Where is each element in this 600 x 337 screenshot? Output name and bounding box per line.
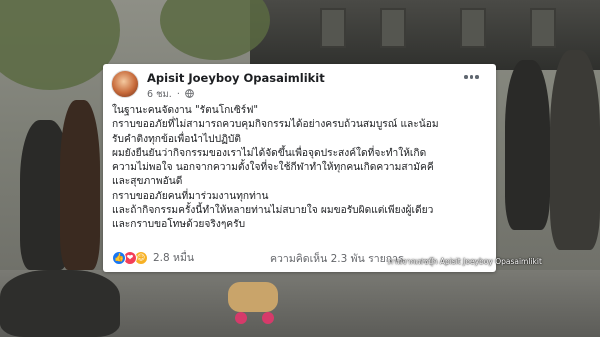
photo-credit: ภาพจากเฟซบุ๊ก Apisit Joeyboy Opasaimliki… bbox=[388, 257, 542, 266]
background-person bbox=[0, 270, 120, 337]
like-icon: 👍 bbox=[112, 250, 126, 265]
post-time[interactable]: 6 ชม. bbox=[147, 89, 172, 100]
background-person bbox=[505, 60, 550, 230]
post-header: Apisit Joeyboy Opasaimlikit 6 ชม. · bbox=[111, 70, 488, 100]
post-line: ในฐานะคนจัดงาน "รัตนโกเซิร์ฟ" bbox=[112, 105, 259, 116]
post-line: และถ้ากิจกรรมครั้งนี้ทำให้หลายท่านไม่สบา… bbox=[112, 205, 434, 217]
building-window bbox=[380, 8, 406, 48]
skateboard-wheel bbox=[235, 312, 247, 324]
background-person bbox=[60, 100, 100, 270]
post-line: กราบขออภัยคนที่มาร่วมงานทุกท่าน bbox=[112, 190, 269, 202]
background-person bbox=[550, 50, 600, 250]
author-avatar[interactable] bbox=[111, 70, 139, 98]
reaction-count: 2.8 หมื่น bbox=[153, 252, 195, 264]
facebook-post-card: Apisit Joeyboy Opasaimlikit 6 ชม. · ในฐา… bbox=[103, 64, 496, 272]
building-window bbox=[530, 8, 556, 48]
skateboard bbox=[228, 282, 278, 312]
post-text: ในฐานะคนจัดงาน "รัตนโกเซิร์ฟ" กราบขออภัย… bbox=[112, 104, 490, 233]
post-line: ผมยังยืนยันว่ากิจกรรมของเราไม่ได้จัดขึ้น… bbox=[112, 147, 427, 159]
reaction-summary[interactable]: 👍 ❤ ☺ 2.8 หมื่น bbox=[112, 249, 194, 266]
building-window bbox=[460, 8, 486, 48]
author-name[interactable]: Apisit Joeyboy Opasaimlikit bbox=[147, 71, 325, 85]
post-meta: 6 ชม. · bbox=[147, 87, 194, 102]
background-building bbox=[250, 0, 600, 70]
globe-icon bbox=[185, 89, 194, 98]
post-line: และกราบขอโทษด้วยจริงๆครับ bbox=[112, 219, 246, 231]
meta-separator: · bbox=[176, 89, 180, 100]
skateboard-wheel bbox=[262, 312, 274, 324]
post-line: รับคำติงทุกข้อเพื่อนำไปปฏิบัติ bbox=[112, 133, 242, 145]
post-line: และสุขภาพอันดี bbox=[112, 176, 183, 188]
post-line: กราบขออภัยที่ไม่สามารถควบคุมกิจกรรมได้อย… bbox=[112, 119, 439, 131]
post-line: ความไม่พอใจ นอกจากความตั้งใจที่จะใช้กีฬา… bbox=[112, 162, 434, 174]
building-window bbox=[320, 8, 346, 48]
ellipsis-icon[interactable] bbox=[464, 72, 482, 82]
comment-stats[interactable]: ความคิดเห็น 2.3 พัน รายการ bbox=[270, 250, 404, 267]
